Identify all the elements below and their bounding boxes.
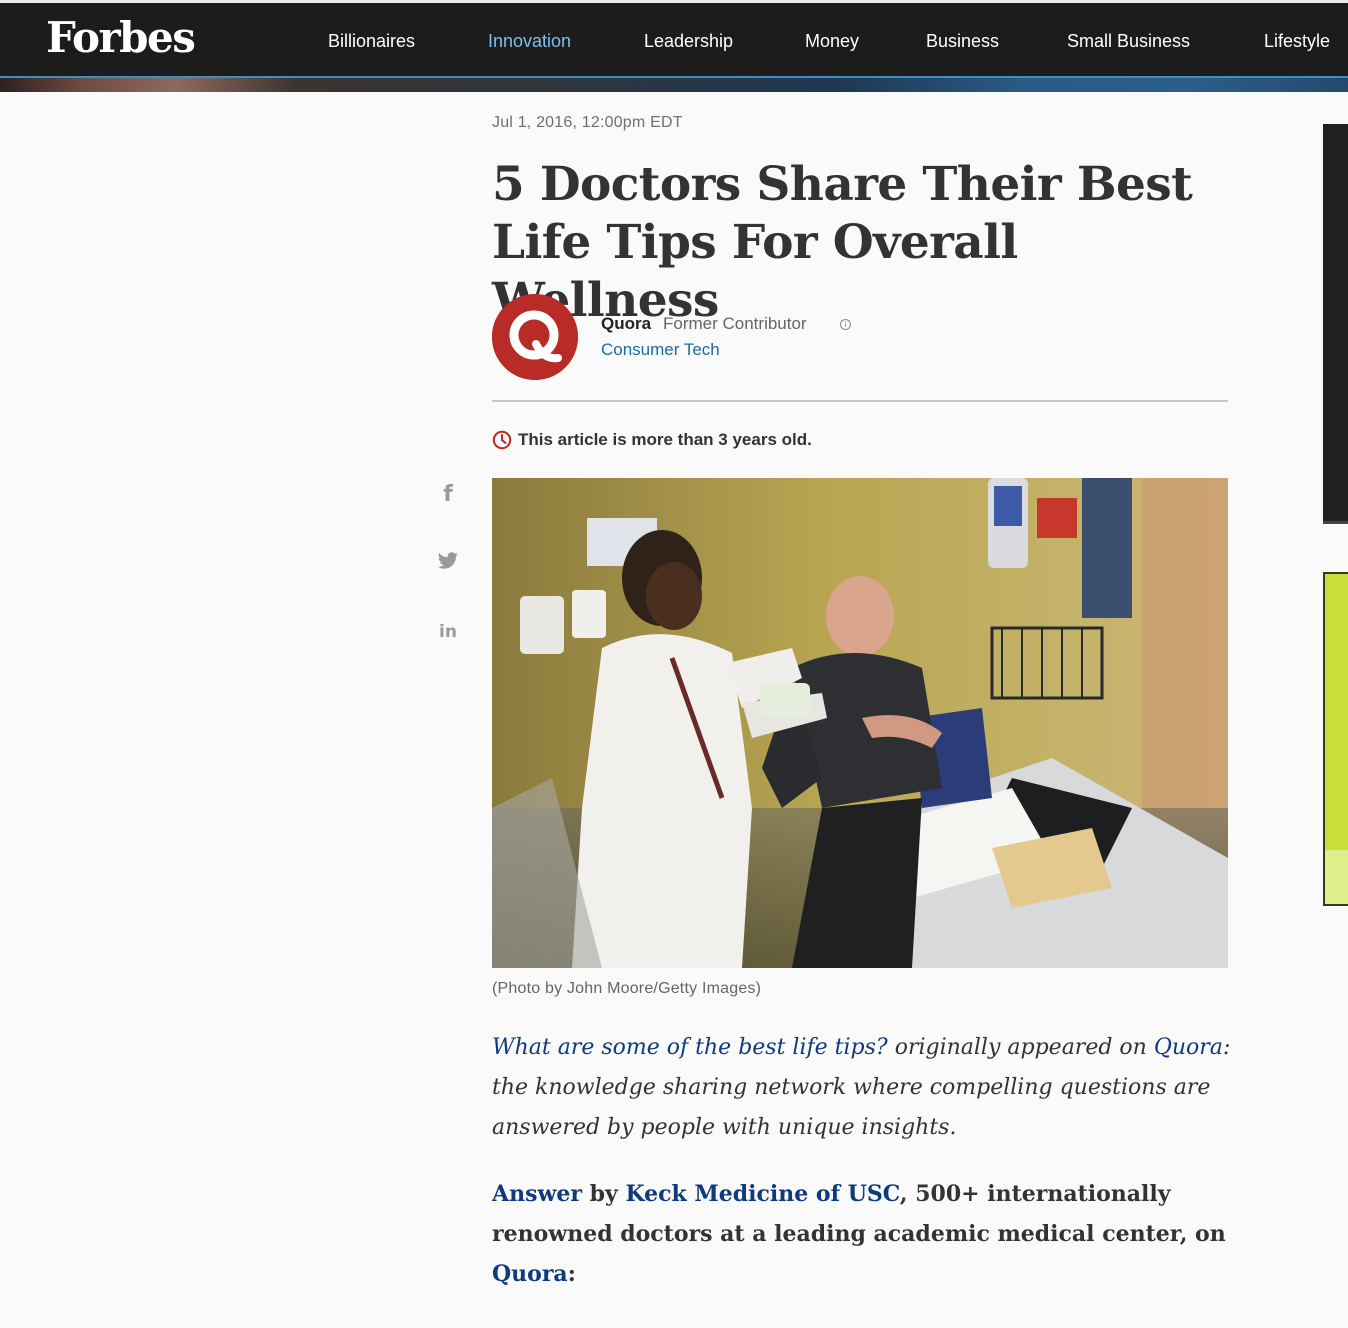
author-name[interactable]: Quora bbox=[601, 314, 651, 334]
nav-item-small-business[interactable]: Small Business bbox=[1067, 31, 1190, 52]
headline-line-1: 5 Doctors Share Their Best bbox=[492, 157, 1193, 212]
info-icon[interactable]: i bbox=[840, 319, 851, 330]
right-rail-ad[interactable] bbox=[1323, 124, 1348, 524]
site-header: Forbes Billionaires Innovation Leadershi… bbox=[0, 0, 1348, 78]
nav-item-business[interactable]: Business bbox=[926, 31, 999, 52]
nav-item-leadership[interactable]: Leadership bbox=[644, 31, 733, 52]
answer-link[interactable]: Answer bbox=[492, 1181, 582, 1207]
question-link[interactable]: What are some of the best life tips? bbox=[492, 1035, 888, 1060]
author-role: Former Contributor bbox=[663, 314, 807, 333]
intro-text-1: originally appeared on bbox=[887, 1035, 1154, 1060]
keck-medicine-link[interactable]: Keck Medicine of USC bbox=[625, 1181, 899, 1207]
author-divider bbox=[492, 400, 1228, 402]
right-rail-promo-footer bbox=[1325, 850, 1348, 904]
linkedin-icon[interactable]: in bbox=[436, 622, 460, 642]
nav-item-money[interactable]: Money bbox=[805, 31, 859, 52]
header-banner-image bbox=[0, 78, 1348, 92]
answer-attribution: Answer by Keck Medicine of USC, 500+ int… bbox=[492, 1174, 1232, 1294]
photo-caption: (Photo by John Moore/Getty Images) bbox=[492, 980, 762, 997]
facebook-icon[interactable]: f bbox=[436, 482, 460, 507]
author-avatar[interactable] bbox=[492, 294, 578, 380]
nav-item-lifestyle[interactable]: Lifestyle bbox=[1264, 31, 1330, 52]
answer-quora-link[interactable]: Quora bbox=[492, 1261, 568, 1287]
article-intro: What are some of the best life tips? ori… bbox=[492, 1028, 1232, 1148]
quora-logo-icon bbox=[492, 294, 578, 380]
author-channel-link[interactable]: Consumer Tech bbox=[601, 340, 720, 360]
clock-icon bbox=[492, 430, 512, 450]
nav-item-billionaires[interactable]: Billionaires bbox=[328, 31, 415, 52]
quora-link[interactable]: Quora bbox=[1154, 1035, 1223, 1060]
article-hero-photo bbox=[492, 478, 1228, 968]
article-age-notice: This article is more than 3 years old. bbox=[518, 430, 812, 449]
answer-text-1: by bbox=[581, 1181, 626, 1207]
article-date: Jul 1, 2016, 12:00pm EDT bbox=[492, 114, 683, 131]
nav-item-innovation[interactable]: Innovation bbox=[488, 31, 571, 52]
twitter-icon[interactable] bbox=[436, 552, 460, 575]
article-headline: 5 Doctors Share Their Best Life Tips For… bbox=[492, 156, 1252, 330]
forbes-logo[interactable]: Forbes bbox=[46, 13, 196, 62]
answer-text-3: : bbox=[567, 1261, 576, 1287]
